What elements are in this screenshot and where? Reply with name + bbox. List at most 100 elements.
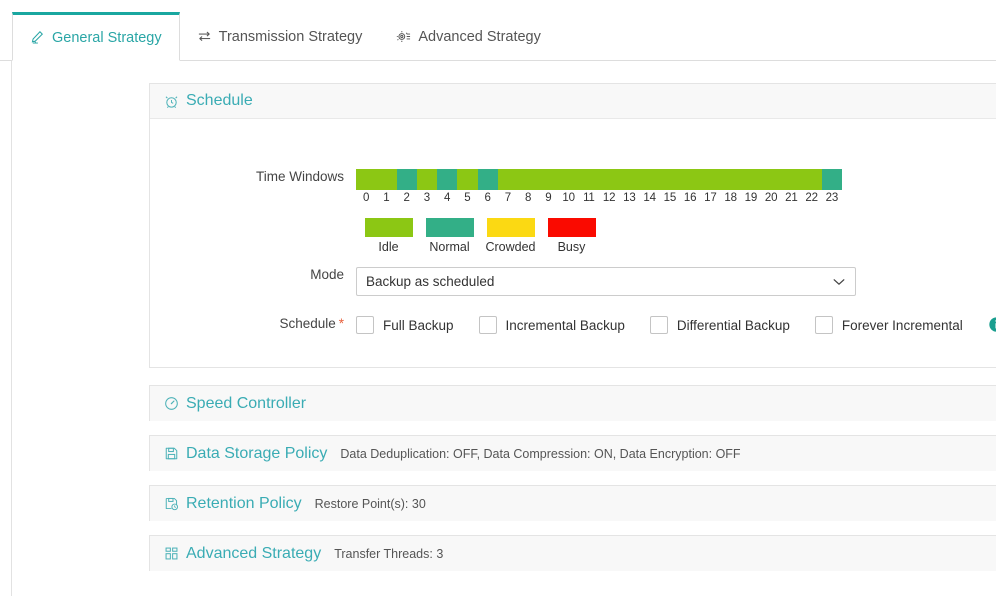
time-window-tick-20: 20 (764, 192, 778, 204)
time-window-tick-19: 19 (744, 192, 758, 204)
time-window-tick-11: 11 (583, 192, 595, 204)
time-window-cell-15[interactable] (659, 169, 680, 190)
checkbox-forever-incremental[interactable] (814, 316, 833, 334)
time-windows-bar[interactable] (356, 169, 842, 190)
mode-row: Mode Backup as scheduled (196, 267, 856, 296)
time-window-tick-14: 14 (643, 192, 656, 204)
info-circle-icon[interactable] (988, 316, 996, 333)
time-window-cell-13[interactable] (619, 169, 640, 190)
time-window-cell-5[interactable] (457, 169, 478, 190)
tab-label: Advanced Strategy (418, 28, 541, 45)
tab-transmission-strategy[interactable]: Transmission Strategy (180, 12, 380, 61)
schedule-panel-body: Time Windows 0 1 2 3 4 5 6 7 8 9 10 11 12 13 14 15 16 17 1… (150, 119, 996, 367)
time-windows-control: 0 1 2 3 4 5 6 7 8 9 10 11 12 13 14 15 16 17 18 19 20 21 22 23 I… (356, 169, 846, 254)
retention-policy-header[interactable]: Retention Policy Restore Point(s): 30 (150, 486, 996, 521)
time-window-tick-10: 10 (562, 192, 575, 204)
time-window-cell-10[interactable] (558, 169, 579, 190)
legend-item-crowded: Crowded (480, 218, 541, 254)
time-window-tick-15: 15 (663, 192, 677, 204)
time-window-tick-0: 0 (363, 192, 370, 204)
chevron-down-icon (833, 275, 845, 289)
time-window-cell-23[interactable] (821, 169, 842, 190)
tab-strip: General Strategy Transmission Strategy A… (12, 12, 558, 61)
checkbox-item[interactable]: Differential Backup (649, 316, 790, 334)
time-window-cell-11[interactable] (578, 169, 599, 190)
time-window-tick-6: 6 (484, 192, 491, 204)
time-window-cell-6[interactable] (477, 169, 498, 190)
checkbox-label: Differential Backup (676, 317, 790, 333)
time-window-cell-3[interactable] (416, 169, 437, 190)
time-window-cell-17[interactable] (700, 169, 721, 190)
time-window-cell-12[interactable] (599, 169, 620, 190)
legend-item-busy: Busy (541, 218, 602, 254)
data-storage-policy-panel: Data Storage Policy Data Deduplication: … (149, 435, 996, 471)
time-window-tick-4: 4 (444, 192, 451, 204)
required-marker: * (338, 316, 344, 331)
gear-list-icon (396, 29, 411, 44)
time-window-cell-22[interactable] (801, 169, 822, 190)
time-window-tick-7: 7 (504, 192, 511, 204)
checkbox-full-backup[interactable] (356, 316, 374, 334)
time-window-cell-18[interactable] (720, 169, 741, 190)
legend-label: Busy (557, 240, 586, 254)
legend-item-idle: Idle (358, 218, 419, 254)
time-window-cell-19[interactable] (740, 169, 761, 190)
legend-swatch (364, 218, 413, 237)
panel-title: Speed Controller (186, 394, 307, 412)
time-window-tick-8: 8 (525, 192, 532, 204)
time-windows-ticks: 0 1 2 3 4 5 6 7 8 9 10 11 12 13 14 15 16 17 18 19 20 21 22 23 (356, 192, 842, 204)
time-windows-legend: Idle Normal Crowded Busy (358, 218, 846, 254)
checkbox-differential-backup[interactable] (649, 316, 668, 334)
time-window-cell-21[interactable] (781, 169, 802, 190)
retention-policy-panel: Retention Policy Restore Point(s): 30 (149, 485, 996, 521)
time-window-cell-16[interactable] (680, 169, 701, 190)
time-window-tick-2: 2 (403, 192, 410, 204)
schedule-panel-header[interactable]: Schedule (150, 84, 996, 119)
legend-swatch (547, 218, 596, 237)
time-window-cell-4[interactable] (437, 169, 458, 190)
time-window-tick-9: 9 (545, 192, 552, 204)
time-window-cell-8[interactable] (518, 169, 539, 190)
transfer-arrows-icon (197, 29, 212, 44)
tab-advanced-strategy[interactable]: Advanced Strategy (379, 12, 558, 61)
time-window-cell-0[interactable] (356, 169, 377, 190)
time-window-tick-3: 3 (423, 192, 430, 204)
checkbox-item[interactable]: Incremental Backup (478, 316, 625, 334)
tab-label: Transmission Strategy (218, 28, 363, 45)
legend-swatch (425, 218, 474, 237)
advanced-strategy-panel: Advanced Strategy Transfer Threads: 3 (149, 535, 996, 571)
tab-general-strategy[interactable]: General Strategy (12, 12, 180, 61)
advanced-strategy-header[interactable]: Advanced Strategy Transfer Threads: 3 (150, 536, 996, 571)
panel-title: Retention Policy (186, 494, 302, 512)
data-storage-policy-header[interactable]: Data Storage Policy Data Deduplication: … (150, 436, 996, 471)
archive-clock-icon (164, 496, 179, 511)
gauge-icon (164, 396, 179, 411)
checkbox-item[interactable]: Forever Incremental (814, 316, 963, 334)
tab-bar: General Strategy Transmission Strategy A… (0, 0, 996, 61)
time-window-cell-7[interactable] (497, 169, 518, 190)
schedule-label: Schedule * (196, 316, 356, 331)
time-window-cell-2[interactable] (396, 169, 417, 190)
mode-select[interactable]: Backup as scheduled (356, 267, 856, 296)
grid-blocks-icon (164, 546, 179, 561)
panel-summary: Data Deduplication: OFF, Data Compressio… (340, 446, 741, 461)
time-window-tick-13: 13 (623, 192, 636, 204)
time-window-tick-21: 21 (785, 192, 798, 204)
panel-summary: Transfer Threads: 3 (334, 546, 444, 561)
time-window-tick-18: 18 (724, 192, 737, 204)
checkbox-incremental-backup[interactable] (478, 316, 497, 334)
time-window-cell-1[interactable] (376, 169, 397, 190)
legend-label: Normal (429, 240, 470, 254)
legend-label: Crowded (485, 240, 536, 254)
time-window-cell-9[interactable] (538, 169, 559, 190)
panel-summary: Restore Point(s): 30 (314, 496, 426, 511)
pencil-ruler-icon (30, 30, 45, 45)
speed-controller-header[interactable]: Speed Controller (150, 386, 996, 421)
schedule-label-text: Schedule (279, 316, 336, 331)
time-window-cell-20[interactable] (761, 169, 782, 190)
panel-title: Advanced Strategy (186, 544, 322, 562)
mode-label: Mode (310, 267, 344, 282)
alarm-clock-icon (164, 94, 179, 109)
checkbox-item[interactable]: Full Backup (356, 316, 454, 334)
time-window-cell-14[interactable] (639, 169, 660, 190)
